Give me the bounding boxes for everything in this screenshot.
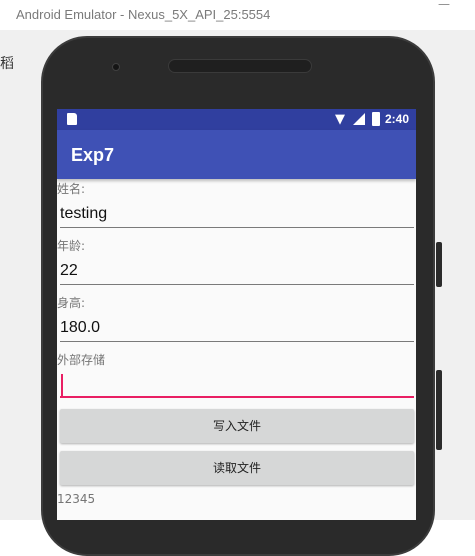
power-button[interactable] [436, 242, 442, 287]
app-bar: Exp7 [57, 130, 416, 179]
emulator-titlebar: Android Emulator - Nexus_5X_API_25:5554 … [0, 0, 475, 30]
text-cursor [61, 374, 63, 396]
name-field[interactable]: testing [60, 204, 414, 228]
app-title: Exp7 [71, 145, 115, 165]
speaker-grille [168, 59, 312, 73]
host-partial-glyph: 稻 [0, 56, 14, 72]
volume-button[interactable] [436, 370, 442, 450]
storage-label: 外部存储 [57, 353, 106, 367]
window-title: Android Emulator - Nexus_5X_API_25:5554 [16, 7, 271, 22]
front-camera-icon [112, 63, 120, 71]
minimize-button[interactable]: — [438, 0, 450, 11]
name-value: testing [60, 205, 108, 222]
height-value: 180.0 [60, 319, 101, 336]
wifi-icon: ▼ [335, 112, 345, 127]
status-time: 2:40 [385, 112, 410, 126]
sd-card-icon [67, 113, 77, 125]
output-text: 12345 [57, 492, 96, 506]
age-value: 22 [60, 262, 78, 279]
height-label: 身高: [57, 296, 86, 310]
storage-field[interactable] [60, 374, 414, 398]
battery-icon [372, 112, 380, 126]
read-file-button[interactable]: 读取文件 [60, 451, 414, 485]
status-bar: ▼ 2:40 [57, 109, 416, 130]
height-field[interactable]: 180.0 [60, 318, 414, 342]
age-field[interactable]: 22 [60, 261, 414, 285]
device-screen: ▼ 2:40 Exp7 姓名: testing 年龄: 22 身高: 180.0… [57, 109, 416, 520]
write-file-button[interactable]: 写入文件 [60, 409, 414, 443]
signal-icon [353, 113, 365, 125]
age-label: 年龄: [57, 239, 86, 253]
name-label: 姓名: [57, 182, 86, 196]
